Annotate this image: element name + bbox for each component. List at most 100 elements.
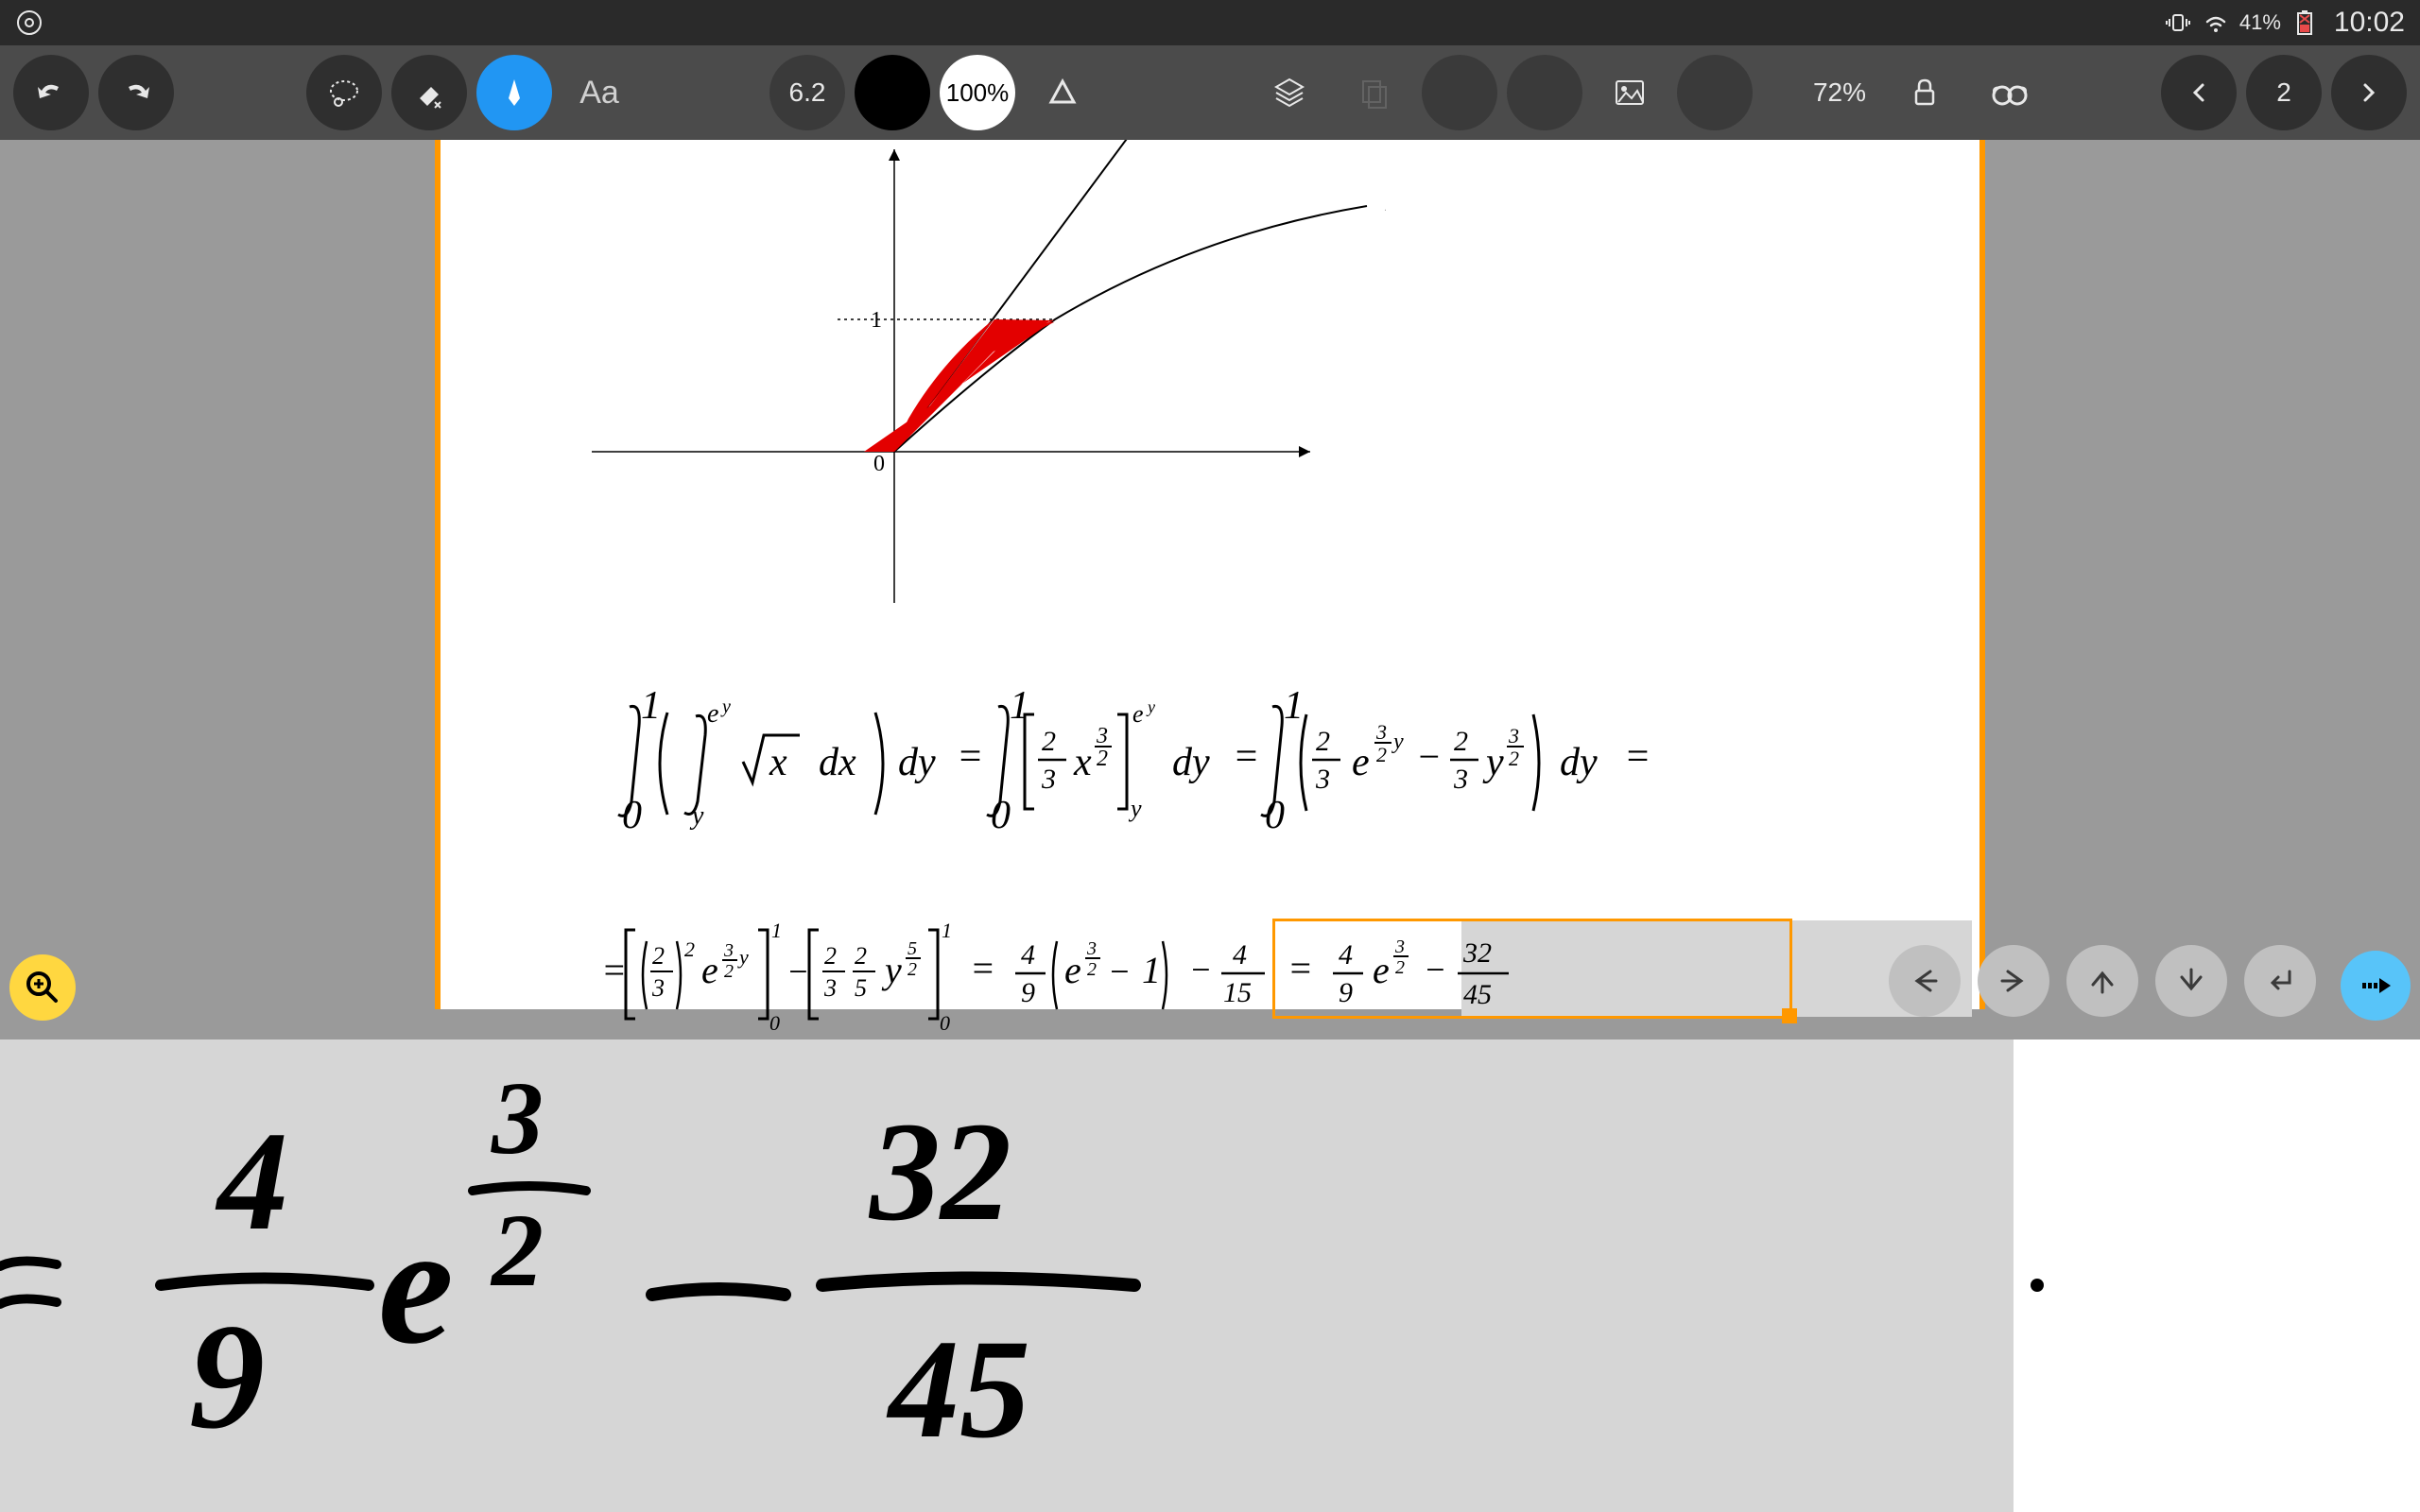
opacity-button[interactable]: 100%: [940, 55, 1015, 130]
zoom-level-button[interactable]: 72%: [1802, 55, 1877, 130]
svg-text:y: y: [1128, 795, 1142, 822]
svg-text:1: 1: [1010, 688, 1029, 728]
next-page-button[interactable]: [2331, 55, 2407, 130]
svg-text:1: 1: [1142, 949, 1161, 991]
svg-text:3: 3: [1096, 724, 1108, 748]
curve-label: x = e: [1385, 183, 1386, 217]
svg-text:=: =: [957, 735, 983, 779]
svg-text:32: 32: [868, 1093, 1011, 1250]
svg-text:2: 2: [1097, 747, 1108, 771]
svg-text:e: e: [1132, 700, 1144, 728]
vibrate-icon: [2164, 9, 2192, 37]
svg-text:e: e: [378, 1191, 454, 1379]
slot-button-1[interactable]: [1422, 55, 1497, 130]
svg-text:3: 3: [1086, 938, 1097, 959]
svg-text:y: y: [1392, 730, 1404, 754]
svg-text:y: y: [1482, 741, 1504, 784]
nav-up-button[interactable]: [2066, 945, 2138, 1017]
math-line-2: = 2 3 2 e 3 2 y 1 0 − 2 3: [601, 915, 1925, 1038]
svg-text:3: 3: [1315, 764, 1330, 795]
svg-text:1: 1: [871, 308, 882, 333]
copy-button[interactable]: [1337, 55, 1412, 130]
prev-page-button[interactable]: [2161, 55, 2237, 130]
eraser-tool-button[interactable]: [391, 55, 467, 130]
pen-tool-button[interactable]: [476, 55, 552, 130]
svg-text:=: =: [1233, 735, 1259, 779]
svg-text:9: 9: [189, 1292, 265, 1460]
svg-text:2: 2: [1376, 743, 1387, 766]
nav-down-button[interactable]: [2155, 945, 2227, 1017]
svg-text:2: 2: [1454, 726, 1468, 757]
opacity-label: 100%: [946, 78, 1010, 108]
svg-text:2: 2: [684, 937, 695, 961]
page-number-label: 2: [2276, 77, 2291, 108]
svg-text:=: =: [1624, 735, 1651, 779]
svg-text:1: 1: [942, 919, 952, 942]
nav-return-button[interactable]: [2244, 945, 2316, 1017]
svg-text:e: e: [707, 699, 718, 729]
svg-text:2: 2: [1509, 747, 1519, 770]
layers-button[interactable]: [1252, 55, 1327, 130]
svg-text:e: e: [1064, 949, 1081, 991]
battery-icon: [2290, 9, 2319, 37]
svg-text:2: 2: [855, 942, 867, 970]
text-tool-button[interactable]: Aa: [562, 55, 637, 130]
svg-text:y: y: [689, 801, 704, 831]
zoom-toggle-button[interactable]: [9, 954, 76, 1021]
svg-text:e: e: [701, 949, 718, 991]
advance-button[interactable]: [2341, 951, 2411, 1021]
svg-text:3: 3: [491, 1060, 544, 1176]
svg-text:−: −: [1424, 951, 1446, 988]
magnify-panel[interactable]: 4 9 e 3 2 32 45: [0, 1040, 2420, 1512]
svg-text:−: −: [1189, 951, 1212, 988]
image-button[interactable]: [1592, 55, 1668, 130]
brush-size-button[interactable]: 6.2: [769, 55, 845, 130]
status-bar: 41% 10:02: [0, 0, 2420, 45]
svg-text:3: 3: [1394, 936, 1405, 957]
svg-text:dx: dx: [819, 741, 856, 784]
color-picker-button[interactable]: [855, 55, 930, 130]
svg-text:2: 2: [1395, 957, 1405, 978]
graph-plot: 1 0 x = e y: [535, 140, 1386, 631]
app-menu-icon[interactable]: [15, 9, 43, 37]
svg-text:2: 2: [908, 959, 917, 980]
undo-button[interactable]: [13, 55, 89, 130]
document-page[interactable]: 1 0 x = e y 1 0 e y y x: [435, 140, 1985, 1009]
svg-text:x: x: [1073, 741, 1092, 784]
svg-text:dy: dy: [1560, 741, 1598, 784]
svg-text:45: 45: [1463, 979, 1492, 1010]
shape-tool-button[interactable]: [1025, 55, 1100, 130]
lock-button[interactable]: [1887, 55, 1962, 130]
slot-button-3[interactable]: [1677, 55, 1753, 130]
nav-row: [1889, 945, 2316, 1017]
svg-text:0: 0: [769, 1011, 780, 1035]
wifi-icon: [2202, 9, 2230, 37]
svg-text:1: 1: [641, 688, 661, 728]
svg-text:1: 1: [771, 919, 782, 942]
svg-text:3: 3: [1041, 764, 1056, 795]
svg-text:0: 0: [873, 452, 885, 476]
svg-text:0: 0: [622, 794, 642, 837]
view-mode-button[interactable]: [1972, 55, 2048, 130]
svg-text:0: 0: [991, 794, 1011, 837]
svg-text:dy: dy: [1172, 741, 1210, 784]
svg-text:=: =: [601, 949, 627, 991]
svg-text:0: 0: [1265, 794, 1285, 837]
math-line-1: 1 0 e y y x dx dy = 1 0: [601, 688, 1925, 839]
nav-right-button[interactable]: [1978, 945, 2049, 1017]
svg-text:3: 3: [1508, 724, 1519, 747]
svg-text:2: 2: [1316, 726, 1330, 757]
svg-text:2: 2: [1042, 726, 1056, 757]
svg-text:4: 4: [1021, 939, 1035, 971]
lasso-tool-button[interactable]: [306, 55, 382, 130]
svg-text:y: y: [881, 949, 902, 991]
redo-button[interactable]: [98, 55, 174, 130]
slot-button-2[interactable]: [1507, 55, 1582, 130]
brush-size-label: 6.2: [789, 77, 826, 108]
svg-text:x: x: [769, 741, 787, 784]
svg-text:y: y: [720, 696, 731, 717]
page-number-button[interactable]: 2: [2246, 55, 2322, 130]
svg-text:2: 2: [652, 942, 665, 970]
svg-text:45: 45: [886, 1311, 1030, 1468]
canvas-area[interactable]: 1 0 x = e y 1 0 e y y x: [0, 140, 2420, 1040]
